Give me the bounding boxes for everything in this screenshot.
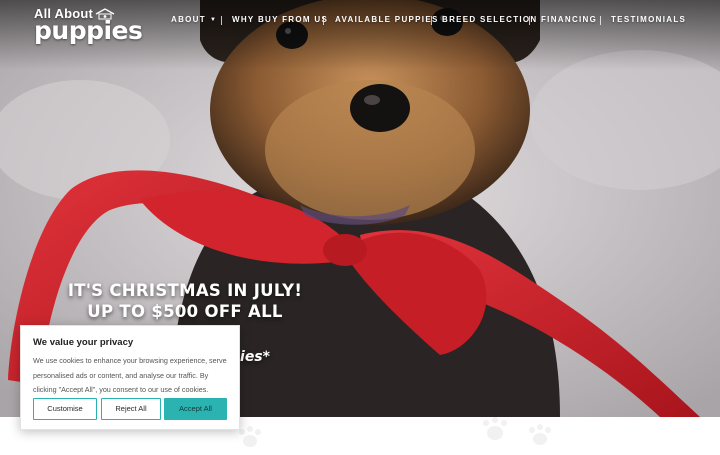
nav-divider [323,16,324,25]
site-logo[interactable]: All About puppies [34,6,143,45]
nav-divider [529,16,530,25]
customise-button[interactable]: Customise [33,398,97,420]
promo-line-1: IT'S CHRISTMAS IN JULY! [67,281,303,300]
nav-item-testimonials[interactable]: TESTIMONIALS [611,15,686,24]
nav-divider [221,16,222,25]
nav-item-available-puppies[interactable]: AVAILABLE PUPPIES [335,15,439,24]
accept-all-button[interactable]: Accept All [164,398,227,420]
logo-text-main: puppies [34,16,143,45]
cookie-title: We value your privacy [33,337,134,348]
nav-item-why-buy[interactable]: WHY BUY FROM US [232,15,328,24]
nav-item-about[interactable]: ABOUT ▼ [171,15,217,24]
nav-divider [600,16,601,25]
promo-line-3-text: ies* [240,349,270,365]
cookie-consent-banner: We value your privacy We use cookies to … [20,325,240,430]
nav-item-financing[interactable]: FINANCING [541,15,597,24]
caret-down-icon: ▼ [209,17,218,23]
nav-item-breed-selection[interactable]: BREED SELECTION [442,15,538,24]
nav-divider [431,16,432,25]
reject-all-button[interactable]: Reject All [101,398,161,420]
nav-item-about-label: ABOUT [171,15,206,24]
cookie-description: We use cookies to enhance your browsing … [33,356,227,394]
